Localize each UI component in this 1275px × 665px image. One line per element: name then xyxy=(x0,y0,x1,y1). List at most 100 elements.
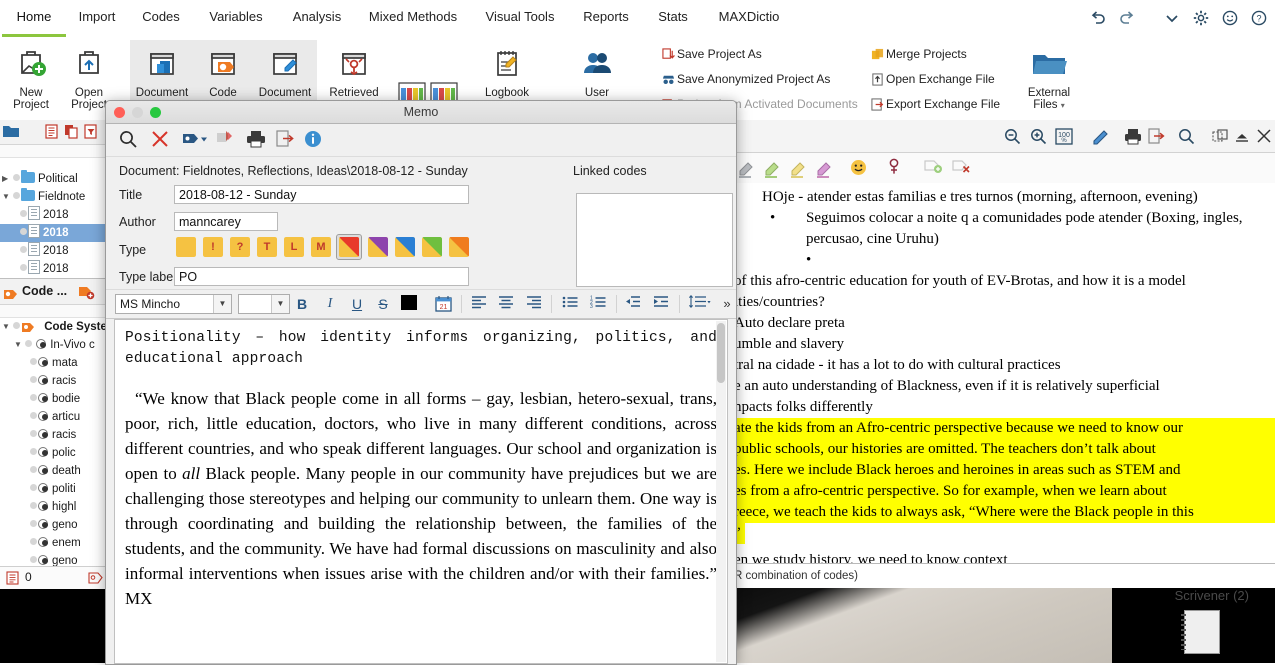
activation-dot[interactable] xyxy=(30,394,37,401)
tree-row-political[interactable]: ▶ Political xyxy=(0,170,112,188)
tab-import[interactable]: Import xyxy=(68,0,126,37)
user-button[interactable]: User xyxy=(568,44,626,99)
zoom-in-icon[interactable] xyxy=(1030,128,1047,148)
help-icon[interactable]: ? xyxy=(1251,10,1267,26)
zoom-out-icon[interactable] xyxy=(1004,128,1021,148)
title-input[interactable]: 2018-08-12 - Sunday xyxy=(174,185,469,204)
type-tile-question[interactable]: ? xyxy=(230,237,250,257)
activation-dot[interactable] xyxy=(20,264,27,271)
overflow-button[interactable]: » xyxy=(718,295,736,313)
chevron-down-icon[interactable]: ▼ xyxy=(14,336,25,354)
activation-dot[interactable] xyxy=(30,484,37,491)
external-files-button[interactable]: External Files ▾ xyxy=(1018,44,1080,112)
document-memo-button[interactable]: Document xyxy=(256,44,314,99)
text-color-button[interactable] xyxy=(400,295,418,313)
memo-titlebar[interactable]: Memo xyxy=(106,101,736,124)
detach-icon[interactable] xyxy=(1212,129,1228,147)
gear-icon[interactable] xyxy=(1193,10,1209,26)
chevron-right-icon[interactable]: ▶ xyxy=(2,170,13,188)
add-comment-icon[interactable] xyxy=(924,159,943,178)
type-tile-method[interactable]: M xyxy=(311,237,331,257)
activation-dot[interactable] xyxy=(30,412,37,419)
tree-row-doc-1[interactable]: 2018 xyxy=(0,206,112,224)
highlighter-yellow-icon[interactable] xyxy=(788,157,810,182)
type-tile-plain[interactable] xyxy=(176,237,196,257)
tree-row-partial-top[interactable] xyxy=(0,152,112,170)
search-icon[interactable] xyxy=(1178,128,1195,148)
undo-icon[interactable] xyxy=(1090,10,1106,26)
strikethrough-button[interactable]: S xyxy=(374,295,392,313)
activation-dot[interactable] xyxy=(30,538,37,545)
memo-text-editor[interactable]: Positionality – how identity informs org… xyxy=(114,319,728,664)
merge-projects-command[interactable]: Merge Projects xyxy=(869,47,967,64)
tree-row-code-articu[interactable]: articu xyxy=(0,408,112,426)
export-exchange-command[interactable]: Export Exchange File xyxy=(869,97,1000,114)
remove-comment-icon[interactable] xyxy=(952,159,971,178)
zoom-100-icon[interactable]: 100% xyxy=(1055,128,1073,148)
indent-button[interactable] xyxy=(652,295,670,313)
tree-row-doc-2-selected[interactable]: 2018 xyxy=(0,224,112,242)
align-center-button[interactable] xyxy=(497,295,515,313)
activation-dot[interactable] xyxy=(30,430,37,437)
type-tile-purple[interactable] xyxy=(368,237,388,257)
tab-visual-tools[interactable]: Visual Tools xyxy=(474,0,566,37)
activation-dot[interactable] xyxy=(13,174,20,181)
type-tile-orange[interactable] xyxy=(449,237,469,257)
tree-row-in-vivo[interactable]: ▼ In-Vivo c xyxy=(0,336,112,354)
tab-codes[interactable]: Codes xyxy=(133,0,189,37)
smiley-icon[interactable] xyxy=(1222,10,1238,26)
activation-dot[interactable] xyxy=(30,502,37,509)
search-icon[interactable] xyxy=(119,130,138,152)
save-anonymized-command[interactable]: Save Anonymized Project As xyxy=(660,72,830,89)
activation-dot[interactable] xyxy=(20,246,27,253)
insert-memo-icon[interactable] xyxy=(216,130,235,151)
code-tag-icon[interactable] xyxy=(182,132,208,150)
activation-dot[interactable] xyxy=(30,520,37,527)
align-right-button[interactable] xyxy=(525,295,543,313)
tree-row-code-enem[interactable]: enem xyxy=(0,534,112,552)
highlighter-green-icon[interactable] xyxy=(762,157,784,182)
symbol-icon[interactable] xyxy=(886,158,902,179)
close-icon[interactable] xyxy=(1256,128,1272,147)
outdent-button[interactable] xyxy=(624,295,642,313)
linked-codes-box[interactable] xyxy=(576,193,733,287)
memo-editor-scrollbar[interactable] xyxy=(716,321,726,662)
tree-row-doc-3[interactable]: 2018 xyxy=(0,242,112,260)
tab-mixed-methods[interactable]: Mixed Methods xyxy=(358,0,468,37)
collapse-icon[interactable] xyxy=(1234,129,1250,147)
document-browser-text[interactable]: HOje - atender estas familias e tres tur… xyxy=(734,183,1275,588)
tab-reports[interactable]: Reports xyxy=(572,0,640,37)
tree-row-doc-4[interactable]: 2018 xyxy=(0,260,112,278)
tree-row-code-politi[interactable]: politi xyxy=(0,480,112,498)
tree-row-fieldnotes[interactable]: ▼ Fieldnote xyxy=(0,188,112,206)
highlighter-grey-icon[interactable] xyxy=(736,157,758,182)
tree-row-code-highl[interactable]: highl xyxy=(0,498,112,516)
document-list-icon[interactable] xyxy=(44,124,59,142)
activation-dot[interactable] xyxy=(30,466,37,473)
underline-button[interactable]: U xyxy=(348,295,366,313)
activation-dot[interactable] xyxy=(20,228,27,235)
print-icon[interactable] xyxy=(1124,128,1142,148)
activation-dot[interactable] xyxy=(30,358,37,365)
bullet-list-button[interactable] xyxy=(561,295,579,313)
type-label-input[interactable]: PO xyxy=(174,267,469,286)
activation-dot[interactable] xyxy=(30,376,37,383)
activation-dot[interactable] xyxy=(13,192,20,199)
tree-row-code-mata[interactable]: mata xyxy=(0,354,112,372)
tree-row-code-system-root[interactable]: ▼ Code System xyxy=(0,318,112,336)
tab-stats[interactable]: Stats xyxy=(648,0,698,37)
highlighter-pink-icon[interactable] xyxy=(814,157,836,182)
tree-row-code-racis-1[interactable]: racis xyxy=(0,372,112,390)
type-tile-literature[interactable]: L xyxy=(284,237,304,257)
redo-icon[interactable] xyxy=(1119,10,1135,26)
tab-home[interactable]: Home xyxy=(2,0,66,37)
memo-editor-scroll-thumb[interactable] xyxy=(717,323,725,383)
activation-dot[interactable] xyxy=(30,448,37,455)
close-window-button[interactable] xyxy=(114,107,125,118)
chevron-down-icon[interactable]: ▼ xyxy=(213,295,231,313)
activation-dot[interactable] xyxy=(25,340,32,347)
code-system-button[interactable]: Code xyxy=(194,44,252,99)
tree-row-code-polic[interactable]: polic xyxy=(0,444,112,462)
type-tile-theory[interactable]: T xyxy=(257,237,277,257)
activation-dot[interactable] xyxy=(20,210,27,217)
